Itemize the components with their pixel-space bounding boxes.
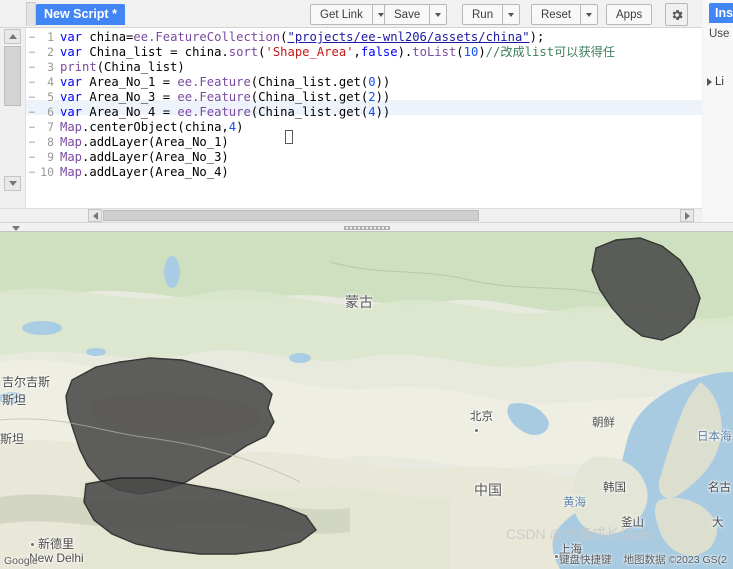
code-text[interactable]: Map.centerObject(china,4) bbox=[60, 120, 702, 135]
line-fold-icon[interactable]: ⵈ bbox=[26, 136, 38, 151]
run-button[interactable]: Run bbox=[462, 4, 504, 25]
code-horizontal-scrollbar[interactable] bbox=[0, 208, 702, 222]
code-text[interactable]: Map.addLayer(Area_No_1) bbox=[60, 135, 702, 150]
chevron-right-icon bbox=[707, 78, 712, 86]
line-number: 3 bbox=[47, 60, 54, 74]
map-canvas bbox=[0, 232, 733, 569]
code-line[interactable]: ⵈ 6 var Area_No_4 = ee.Feature(China_list.… bbox=[26, 105, 702, 120]
triangle-down-icon bbox=[8, 181, 17, 186]
code-line[interactable]: ⵈ 9 Map.addLayer(Area_No_3) bbox=[26, 150, 702, 165]
chevron-down-icon bbox=[508, 12, 515, 17]
line-fold-icon[interactable]: ⵈ bbox=[26, 106, 38, 121]
line-fold-icon[interactable]: ⵈ bbox=[26, 121, 38, 136]
vertical-scroll-thumb[interactable] bbox=[4, 46, 21, 106]
script-tab-edge bbox=[26, 2, 36, 26]
save-dropdown-arrow[interactable] bbox=[430, 4, 448, 25]
map-data-attribution: 地图数据 ©2023 GS(2 bbox=[623, 554, 727, 566]
gear-icon bbox=[672, 9, 683, 20]
settings-button[interactable] bbox=[665, 3, 688, 26]
scroll-left-button[interactable] bbox=[88, 209, 102, 222]
line-fold-icon[interactable]: ⵈ bbox=[26, 151, 38, 166]
line-fold-icon[interactable]: ⵈ bbox=[26, 166, 38, 181]
line-number: 1 bbox=[47, 30, 54, 44]
city-marker-new-delhi bbox=[30, 542, 35, 547]
city-marker-beijing bbox=[474, 428, 479, 433]
line-number: 5 bbox=[47, 90, 54, 104]
script-tab-title[interactable]: New Script * bbox=[36, 4, 125, 25]
code-line[interactable]: ⵈ 4 var Area_No_1 = ee.Feature(China_list.… bbox=[26, 75, 702, 90]
tab-inspector[interactable]: Ins bbox=[709, 3, 733, 23]
csdn-watermark: CSDN @大直成长记lan bbox=[506, 526, 653, 542]
code-line[interactable]: ⵈ 7 Map.centerObject(china,4) bbox=[26, 120, 702, 135]
get-link-button-group[interactable]: Get Link bbox=[310, 4, 390, 25]
triangle-right-icon bbox=[684, 211, 690, 220]
code-line[interactable]: ⵈ 8 Map.addLayer(Area_No_1) bbox=[26, 135, 702, 150]
line-number: 4 bbox=[47, 75, 54, 89]
chevron-down-icon bbox=[435, 12, 442, 17]
code-line[interactable]: ⵈ 2 var China_list = china.sort('Shape_Are… bbox=[26, 45, 702, 60]
code-text[interactable]: Map.addLayer(Area_No_3) bbox=[60, 150, 702, 165]
line-number: 2 bbox=[47, 45, 54, 59]
scroll-up-button[interactable] bbox=[4, 29, 21, 44]
line-fold-icon[interactable]: ⵈ bbox=[26, 46, 38, 61]
line-fold-icon[interactable]: ⵈ bbox=[26, 91, 38, 106]
editor-toolbar: New Script * Get Link Save Run Reset App… bbox=[0, 0, 702, 28]
text-cursor bbox=[285, 130, 293, 144]
code-line[interactable]: ⵈ 3 print(China_list) bbox=[26, 60, 702, 75]
reset-dropdown-arrow[interactable] bbox=[581, 4, 599, 25]
run-dropdown-arrow[interactable] bbox=[503, 4, 521, 25]
apps-button-group[interactable]: Apps bbox=[606, 4, 653, 25]
earth-engine-code-editor: New Script * Get Link Save Run Reset App… bbox=[0, 0, 733, 569]
map-footer-links: 键盘快捷键 地图数据 ©2023 GS(2 bbox=[559, 552, 727, 567]
triangle-left-icon bbox=[92, 211, 98, 220]
code-editor-area[interactable]: ⵈ 1 var china=ee.FeatureCollection("projec… bbox=[0, 28, 702, 208]
line-number: 9 bbox=[47, 150, 54, 164]
scroll-right-button[interactable] bbox=[680, 209, 694, 222]
code-text[interactable]: var Area_No_1 = ee.Feature(China_list.ge… bbox=[60, 75, 702, 90]
triangle-up-icon bbox=[8, 34, 17, 39]
run-button-group[interactable]: Run bbox=[462, 4, 521, 25]
code-text[interactable]: var China_list = china.sort('Shape_Area'… bbox=[60, 45, 702, 60]
code-text[interactable]: var Area_No_4 = ee.Feature(China_list.ge… bbox=[60, 105, 702, 120]
apps-button[interactable]: Apps bbox=[606, 4, 653, 25]
line-number: 10 bbox=[40, 165, 54, 179]
right-side-panel: Ins Use Li bbox=[703, 0, 733, 222]
save-button[interactable]: Save bbox=[384, 4, 431, 25]
layers-label: Li bbox=[715, 76, 724, 88]
code-text[interactable]: print(China_list) bbox=[60, 60, 702, 75]
line-fold-icon[interactable]: ⵈ bbox=[26, 31, 38, 46]
line-fold-icon[interactable]: ⵈ bbox=[26, 76, 38, 91]
line-number: 6 bbox=[47, 105, 54, 119]
horizontal-scroll-thumb[interactable] bbox=[103, 210, 479, 221]
code-line[interactable]: ⵈ 5 var Area_No_3 = ee.Feature(China_list.… bbox=[26, 90, 702, 105]
inspector-hint-text: Use bbox=[709, 28, 730, 40]
get-link-button[interactable]: Get Link bbox=[310, 4, 373, 25]
triangle-down-icon bbox=[12, 225, 20, 231]
map-attribution-logo: Google bbox=[4, 555, 38, 567]
code-lines[interactable]: ⵈ 1 var china=ee.FeatureCollection("projec… bbox=[26, 28, 702, 180]
line-number: 8 bbox=[47, 135, 54, 149]
editor-panel: New Script * Get Link Save Run Reset App… bbox=[0, 0, 702, 222]
reset-button-group[interactable]: Reset bbox=[531, 4, 599, 25]
code-text[interactable]: Map.addLayer(Area_No_4) bbox=[60, 165, 702, 180]
chevron-down-icon bbox=[377, 12, 384, 17]
scroll-down-button[interactable] bbox=[4, 176, 21, 191]
map-viewport[interactable]: 蒙古 中国 北京 朝鲜 韩国 黄海 日本海 上海 釜山 名古 大 吉尔吉斯 斯坦… bbox=[0, 232, 733, 569]
splitter-grip[interactable] bbox=[344, 226, 390, 230]
chevron-down-icon bbox=[586, 12, 593, 17]
save-button-group[interactable]: Save bbox=[384, 4, 448, 25]
code-line[interactable]: ⵈ 1 var china=ee.FeatureCollection("projec… bbox=[26, 30, 702, 45]
line-fold-icon[interactable]: ⵈ bbox=[26, 61, 38, 76]
code-vertical-scrollbar[interactable] bbox=[0, 28, 26, 208]
reset-button[interactable]: Reset bbox=[531, 4, 582, 25]
panel-splitter[interactable] bbox=[0, 222, 733, 232]
keyboard-shortcuts-link[interactable]: 键盘快捷键 bbox=[559, 552, 612, 567]
code-text[interactable]: var Area_No_3 = ee.Feature(China_list.ge… bbox=[60, 90, 702, 105]
code-text[interactable]: var china=ee.FeatureCollection("projects… bbox=[60, 30, 702, 45]
line-number: 7 bbox=[47, 120, 54, 134]
code-line[interactable]: ⵈ 10 Map.addLayer(Area_No_4) bbox=[26, 165, 702, 180]
layers-section-header[interactable]: Li bbox=[707, 76, 724, 88]
